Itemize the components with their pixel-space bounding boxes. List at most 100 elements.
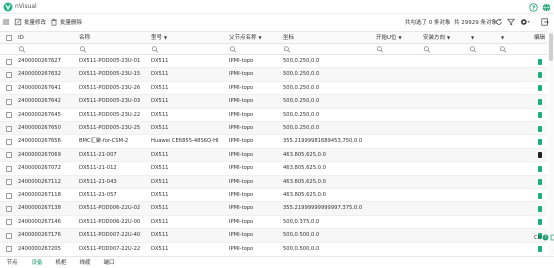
- batch-edit-button[interactable]: 批量修改: [14, 17, 46, 27]
- table-row[interactable]: 2400000267138 DX511-POD006-22U-02 DX511 IPM…: [0, 202, 547, 216]
- edit-icon[interactable]: [550, 234, 554, 241]
- table-row[interactable]: 2400000267205 DX511-POD007-22U-22 DX511 IPM…: [0, 243, 547, 255]
- search-icon[interactable]: [18, 46, 26, 53]
- table-row[interactable]: 2400000267641 DX511-POD005-23U-26 DX511 IPM…: [0, 82, 547, 96]
- edit-icon[interactable]: [538, 85, 542, 92]
- table-row[interactable]: 2400000267632 DX511-POD005-23U-15 DX511 IPM…: [0, 68, 547, 82]
- tab-cabinets[interactable]: 机柜: [53, 257, 69, 268]
- cell-name: DX511-21-057: [79, 192, 117, 198]
- cell-model: DX511: [151, 205, 169, 212]
- cell-coord: 500,0.500,0.0: [283, 232, 320, 239]
- column-header-start-u[interactable]: 开始U位 ▼: [376, 32, 402, 44]
- batch-delete-button[interactable]: 批量删除: [50, 17, 82, 27]
- edit-icon[interactable]: [538, 98, 542, 105]
- search-icon[interactable]: [423, 46, 431, 53]
- row-checkbox[interactable]: [6, 219, 12, 226]
- column-header-direction[interactable]: 安装方向 ▼: [423, 32, 450, 44]
- row-checkbox[interactable]: [6, 232, 12, 239]
- search-icon[interactable]: [499, 46, 507, 53]
- table-row[interactable]: 2400000267645 DX511-POD005-23U-22 DX511 IPM…: [0, 109, 547, 122]
- edit-icon[interactable]: [538, 179, 542, 186]
- edit-icon[interactable]: [538, 58, 542, 65]
- menu-icon[interactable]: [1, 17, 11, 27]
- row-checkbox[interactable]: [6, 71, 12, 78]
- row-checkbox[interactable]: [6, 205, 12, 212]
- cell-name: BMC汇聚-for-CSM-2: [79, 138, 129, 145]
- select-all-checkbox[interactable]: [6, 35, 12, 41]
- tab-nodes[interactable]: 节点: [4, 257, 20, 268]
- row-checkbox[interactable]: [6, 246, 12, 253]
- edit-icon[interactable]: [538, 165, 542, 172]
- edit-icon[interactable]: [538, 152, 542, 159]
- help-icon[interactable]: [528, 2, 538, 12]
- cell-name: DX511-POD005-23U-03: [79, 98, 141, 105]
- table-row[interactable]: 2400000267112 DX511-21-043 DX511 IPMI-topo 4…: [0, 175, 547, 189]
- row-checkbox[interactable]: [6, 179, 12, 186]
- tab-ports[interactable]: 端口: [101, 257, 117, 268]
- column-header-parent[interactable]: 父节点名称 ▼: [229, 32, 262, 44]
- cell-id: 2400000267118: [18, 192, 61, 198]
- table-row[interactable]: 2400000267176 DX511-POD007-22U-40 DX511 IPM…: [0, 229, 547, 243]
- cell-model: DX511: [151, 165, 169, 172]
- tool-icon[interactable]: CH: [534, 235, 541, 241]
- vertical-scrollbar[interactable]: [548, 31, 554, 255]
- search-icon[interactable]: [229, 46, 237, 53]
- table-row[interactable]: 2400000267642 DX511-POD005-23U-03 DX511 IPM…: [0, 95, 547, 109]
- toolbar: 批量修改 批量删除 共勾选了 0 条对象 共 29929 条对象: [0, 14, 554, 30]
- cell-name: DX511-POD005-23U-26: [79, 84, 141, 91]
- row-checkbox[interactable]: [6, 112, 12, 119]
- edit-icon[interactable]: [538, 112, 542, 119]
- cell-model: DX511: [151, 151, 169, 158]
- edit-icon[interactable]: [538, 219, 542, 226]
- column-header-id[interactable]: ID: [18, 32, 24, 44]
- column-header-col9[interactable]: ▼: [499, 32, 504, 44]
- cell-parent: IPMI-topo: [229, 125, 254, 131]
- edit-icon[interactable]: [538, 125, 542, 132]
- table-row[interactable]: 2400000267656 BMC汇聚-for-CSM-2 Huawei CE685…: [0, 135, 547, 149]
- edit-icon[interactable]: [538, 246, 542, 253]
- tab-cables[interactable]: 线缆: [77, 257, 93, 268]
- filter-icon[interactable]: [506, 17, 516, 27]
- cell-model: DX511: [151, 218, 169, 225]
- column-header-model[interactable]: 型号 ▼: [151, 32, 167, 44]
- tab-devices[interactable]: 设备: [29, 257, 45, 268]
- row-checkbox[interactable]: [6, 58, 12, 65]
- row-checkbox[interactable]: [6, 192, 12, 199]
- edit-icon[interactable]: [538, 138, 542, 145]
- search-icon[interactable]: [151, 46, 159, 53]
- scrollbar-thumb[interactable]: [549, 33, 553, 61]
- table-row[interactable]: 2400000267069 DX511-21-007 DX511 IPMI-topo 4…: [0, 148, 547, 163]
- refresh-icon[interactable]: [494, 17, 504, 27]
- row-checkbox[interactable]: [6, 152, 12, 159]
- cell-name: DX511-21-043: [79, 178, 117, 185]
- export-icon[interactable]: [540, 17, 550, 27]
- table-row[interactable]: 2400000267072 DX511-21-012 DX511 IPMI-topo 4…: [0, 162, 547, 176]
- column-header-coord[interactable]: 坐标: [283, 32, 294, 44]
- search-icon[interactable]: [469, 46, 477, 53]
- row-checkbox[interactable]: [6, 98, 12, 105]
- cell-name: DX511-POD005-23U-25: [79, 125, 141, 131]
- settings-icon[interactable]: [520, 17, 530, 27]
- column-header-col8[interactable]: ▼: [469, 32, 474, 44]
- help-icon[interactable]: ?: [542, 234, 549, 241]
- edit-icon[interactable]: [538, 205, 542, 212]
- row-checkbox[interactable]: [6, 165, 12, 172]
- row-checkbox[interactable]: [6, 125, 12, 132]
- table-row[interactable]: 2400000267118 DX511-21-057 DX511 IPMI-topo 4…: [0, 189, 547, 203]
- edit-icon[interactable]: [538, 192, 542, 199]
- search-icon[interactable]: [79, 46, 87, 53]
- cell-coord: 500,0.375,0.0: [283, 218, 320, 225]
- globe-icon[interactable]: [541, 2, 551, 12]
- cell-parent: IPMI-topo: [229, 151, 254, 158]
- column-header-name[interactable]: 名称: [79, 32, 90, 44]
- table-row[interactable]: 2400000267650 DX511-POD005-23U-25 DX511 IPM…: [0, 122, 547, 136]
- edit-icon[interactable]: [538, 71, 542, 78]
- table-row[interactable]: 2400000267146 DX511-POD006-22U-00 DX511 IPM…: [0, 216, 547, 230]
- cell-model: DX511: [151, 84, 169, 91]
- table-row[interactable]: 2400000267627 DX511-POD005-23U-01 DX511 IPM…: [0, 55, 547, 69]
- search-icon[interactable]: [283, 46, 291, 53]
- search-icon[interactable]: [376, 46, 384, 53]
- row-checkbox[interactable]: [6, 138, 12, 145]
- row-checkbox[interactable]: [6, 85, 12, 92]
- cell-parent: IPMI-topo: [229, 165, 254, 172]
